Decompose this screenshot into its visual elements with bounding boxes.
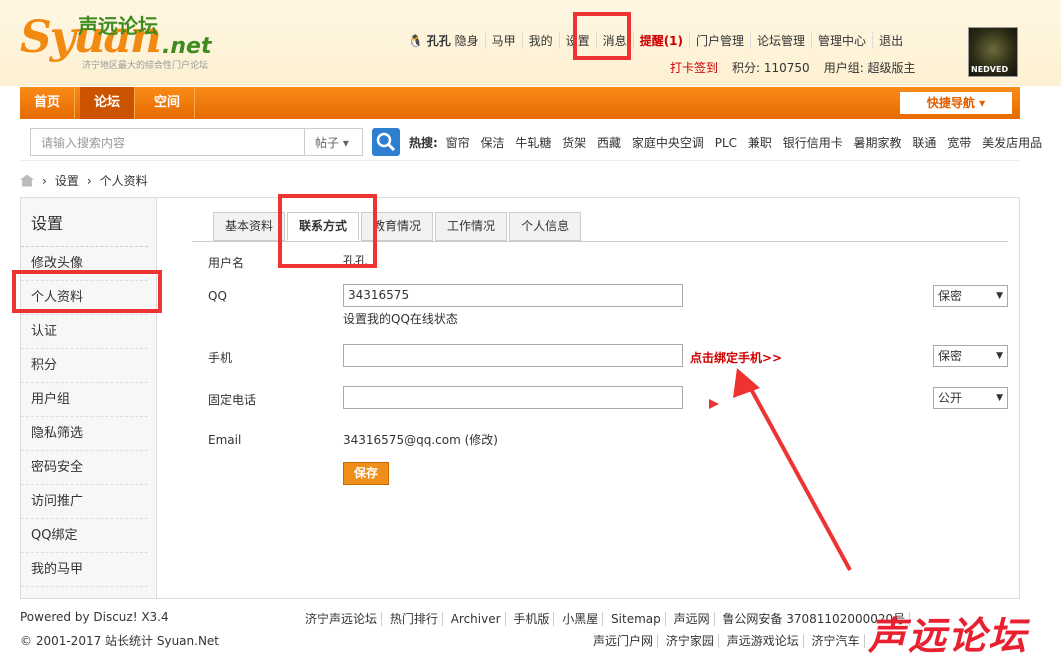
highlight-contact-tab [278,194,377,268]
footer-link[interactable]: 声远门户网 [589,634,659,648]
watermark: 声远论坛 [868,614,1029,658]
footer-link[interactable]: 声远游戏论坛 [722,634,804,648]
footer-link[interactable]: 济宁汽车 [807,634,865,648]
footer-link[interactable]: 济宁声远论坛 [301,612,383,626]
highlight-profile-item [12,270,162,313]
footer-link[interactable]: Sitemap [607,612,666,626]
powered-by: Powered by Discuz! X3.4 [20,610,169,624]
highlight-settings [573,12,631,60]
footer-link[interactable]: 手机版 [509,612,555,626]
footer-link[interactable]: Archiver [446,612,506,626]
footer-links-2: 声远门户网 济宁家园 声远游戏论坛 济宁汽车 [589,632,865,649]
footer-link[interactable]: 小黑屋 [558,612,604,626]
footer-link[interactable]: 热门排行 [385,612,443,626]
annotation-arrow [709,368,852,571]
footer-link[interactable]: 声远网 [669,612,715,626]
footer-link[interactable]: 济宁家园 [661,634,719,648]
copyright: © 2001-2017 站长统计 Syuan.Net [20,634,220,648]
footer-links: 济宁声远论坛 热门排行 Archiver 手机版 小黑屋 Sitemap 声远网… [301,610,911,627]
